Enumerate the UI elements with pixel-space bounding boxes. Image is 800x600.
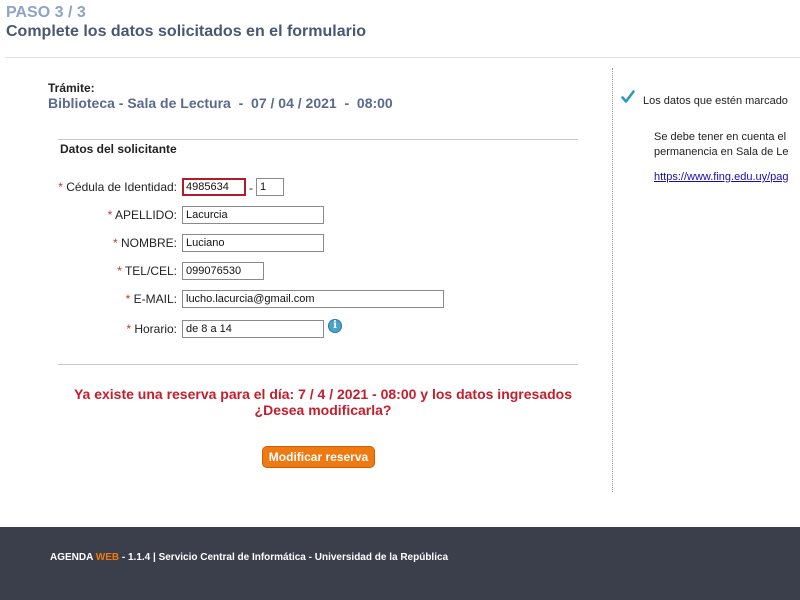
- horario-label: * Horario:: [126, 322, 177, 336]
- footer-credits: - 1.1.4 | Servicio Central de Informátic…: [119, 552, 449, 563]
- cedula-separator: -: [249, 181, 253, 195]
- nombre-label: * NOMBRE:: [112, 236, 177, 250]
- page-subtitle: Complete los datos solicitados en el for…: [6, 23, 367, 40]
- step-indicator: PASO 3 / 3: [6, 4, 86, 21]
- section-title: Datos del solicitante: [60, 142, 177, 156]
- apellido-input[interactable]: [182, 206, 324, 224]
- section-divider-top: [58, 139, 578, 140]
- alert-line-1: Ya existe una reserva para el día: 7 / 4…: [73, 386, 573, 402]
- cedula-label: * Cédula de Identidad:: [58, 180, 177, 194]
- nombre-input[interactable]: [182, 234, 324, 252]
- alert-line-2: ¿Desea modificarla?: [254, 402, 392, 418]
- apellido-label: * APELLIDO:: [107, 208, 177, 222]
- section-divider-bottom: [58, 364, 578, 365]
- footer: AGENDA WEB - 1.1.4 | Servicio Central de…: [0, 527, 800, 600]
- cedula-check-digit-input[interactable]: [256, 178, 284, 196]
- sidebar-link[interactable]: https://www.fing.edu.uy/pag: [654, 171, 789, 183]
- email-input[interactable]: [182, 290, 444, 308]
- cedula-input[interactable]: [182, 178, 246, 196]
- tel-input[interactable]: [182, 262, 264, 280]
- sidebar-text-line-2: permanencia en Sala de Le: [654, 146, 789, 158]
- header-divider: [5, 57, 800, 58]
- column-separator: [612, 68, 613, 492]
- existing-reservation-alert: Ya existe una reserva para el día: 7 / 4…: [60, 386, 586, 418]
- tramite-label: Trámite:: [48, 81, 95, 95]
- modify-reservation-button[interactable]: Modificar reserva: [262, 446, 375, 468]
- sidebar-note: Los datos que estén marcado: [643, 95, 788, 107]
- horario-input[interactable]: [182, 320, 324, 338]
- info-icon[interactable]: i: [328, 319, 342, 333]
- tel-label: * TEL/CEL:: [117, 264, 177, 278]
- checkmark-icon: [621, 90, 635, 103]
- email-label: * E-MAIL:: [125, 292, 177, 306]
- sidebar-text-line-1: Se debe tener en cuenta el: [654, 131, 787, 143]
- footer-web: WEB: [95, 552, 120, 563]
- footer-text: AGENDA WEB - 1.1.4 | Servicio Central de…: [50, 552, 448, 563]
- footer-agenda: AGENDA: [50, 552, 96, 563]
- tramite-value: Biblioteca - Sala de Lectura - 07 / 04 /…: [48, 95, 393, 111]
- sidebar-text: Se debe tener en cuenta el permanencia e…: [654, 130, 789, 160]
- page-header: PASO 3 / 3 Complete los datos solicitado…: [6, 4, 366, 41]
